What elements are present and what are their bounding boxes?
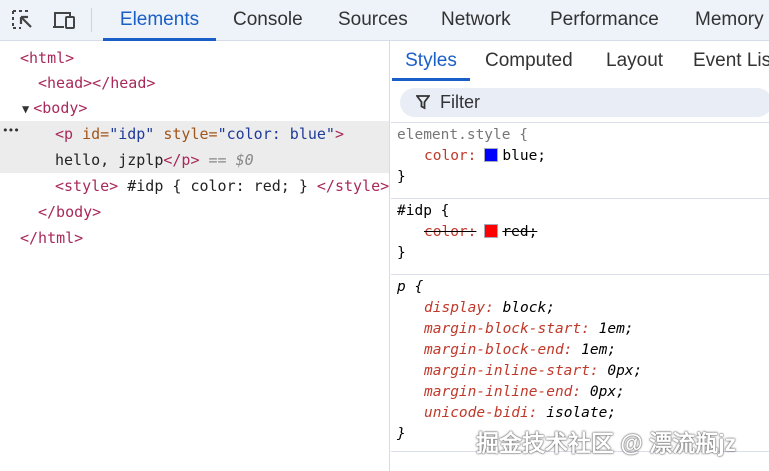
- tab-console[interactable]: Console: [233, 0, 303, 41]
- dom-node-body-close[interactable]: </body>: [0, 199, 389, 225]
- property-value: 0px;: [598, 363, 643, 379]
- style-property[interactable]: display: block;: [391, 298, 769, 319]
- rule-selector: #idp {: [397, 203, 450, 219]
- styles-pane: Styles Computed Layout Event Lis Filter …: [391, 41, 769, 471]
- filter-input[interactable]: Filter: [400, 88, 769, 117]
- style-property[interactable]: margin-block-end: 1em;: [391, 340, 769, 361]
- dom-node-head[interactable]: <head></head>: [0, 70, 389, 96]
- dom-node-html[interactable]: <html>: [0, 45, 389, 71]
- tab-memory[interactable]: Memory: [695, 0, 764, 41]
- subtab-layout[interactable]: Layout: [606, 41, 663, 81]
- tag-text: <body>: [33, 99, 88, 117]
- style-property[interactable]: unicode-bidi: isolate;: [391, 403, 769, 424]
- filter-placeholder: Filter: [440, 92, 480, 112]
- property-value: 1em;: [572, 342, 617, 358]
- property-value: isolate;: [537, 405, 617, 421]
- style-property[interactable]: color: blue;: [391, 146, 769, 167]
- filter-icon: [416, 95, 430, 110]
- property-value: red;: [502, 224, 538, 240]
- property-value: block;: [493, 300, 555, 316]
- subtab-event-listeners[interactable]: Event Lis: [693, 41, 769, 81]
- inspect-element-icon[interactable]: [11, 9, 35, 31]
- tag-text: <head></head>: [38, 74, 156, 92]
- color-swatch[interactable]: [484, 224, 499, 238]
- style-property[interactable]: margin-inline-end: 0px;: [391, 382, 769, 403]
- dom-tree: <html> <head></head> ▼ <body> ••• <p id="…: [0, 41, 390, 471]
- property-name: margin-inline-end:: [424, 384, 582, 400]
- tag-text: </body>: [38, 203, 102, 221]
- more-actions-icon[interactable]: •••: [2, 118, 20, 144]
- tag-text: <p: [55, 125, 74, 143]
- attr-value: "color: blue": [217, 125, 335, 143]
- tag-text: >: [334, 125, 344, 143]
- property-name: color:: [424, 224, 477, 240]
- rule-selector: element.style {: [397, 127, 528, 143]
- tag-text: </p>: [163, 151, 200, 169]
- style-property[interactable]: margin-block-start: 1em;: [391, 319, 769, 340]
- dom-node-html-close[interactable]: </html>: [0, 225, 389, 251]
- tab-performance[interactable]: Performance: [550, 0, 659, 41]
- rule-close: }: [397, 169, 406, 185]
- tag-text: <html>: [20, 49, 75, 67]
- property-value: blue;: [502, 148, 547, 164]
- property-name: display:: [424, 300, 494, 316]
- dom-node-body[interactable]: ▼ <body>: [0, 95, 389, 121]
- attr-name: style=: [154, 125, 218, 143]
- property-value: 1em;: [589, 321, 634, 337]
- rule-idp: #idp { color: red; }: [391, 198, 769, 264]
- toolbar-separator: [91, 8, 92, 32]
- expand-triangle-icon[interactable]: ▼: [22, 102, 29, 116]
- property-name: margin-block-end:: [424, 342, 573, 358]
- color-swatch[interactable]: [484, 148, 499, 162]
- attr-name: id=: [73, 125, 110, 143]
- devtools-toolbar: Elements Console Sources Network Perform…: [0, 0, 769, 41]
- subtab-styles[interactable]: Styles: [392, 41, 470, 81]
- attr-value: "idp": [109, 125, 155, 143]
- tag-text: <style>: [55, 177, 119, 195]
- dom-node-p-selected[interactable]: ••• <p id="idp" style="color: blue"> hel…: [0, 121, 389, 173]
- rule-selector: p {: [397, 279, 424, 295]
- property-name: unicode-bidi:: [424, 405, 538, 421]
- text-node: #idp { color: red; }: [118, 177, 317, 195]
- property-value: 0px;: [581, 384, 625, 400]
- tag-text: </style>: [316, 177, 390, 195]
- tab-network[interactable]: Network: [441, 0, 511, 41]
- property-name: margin-block-start:: [424, 321, 590, 337]
- rule-element-style: element.style { color: blue; }: [391, 122, 769, 188]
- property-name: color:: [424, 148, 477, 164]
- subtab-computed[interactable]: Computed: [485, 41, 573, 81]
- style-property[interactable]: margin-inline-start: 0px;: [391, 361, 769, 382]
- style-property-overridden[interactable]: color: red;: [391, 222, 769, 243]
- tab-elements[interactable]: Elements: [103, 0, 216, 41]
- dom-node-style[interactable]: <style> #idp { color: red; } </style>: [0, 173, 389, 199]
- selected-node-marker: == $0: [208, 151, 254, 169]
- rule-close: }: [397, 245, 406, 261]
- tag-text: </html>: [20, 229, 84, 247]
- watermark: 掘金技术社区 @ 漂流瓶jz: [476, 430, 737, 456]
- device-toolbar-icon[interactable]: [52, 9, 76, 31]
- property-name: margin-inline-start:: [424, 363, 599, 379]
- text-node: hello, jzplp: [55, 151, 164, 169]
- tab-sources[interactable]: Sources: [338, 0, 408, 41]
